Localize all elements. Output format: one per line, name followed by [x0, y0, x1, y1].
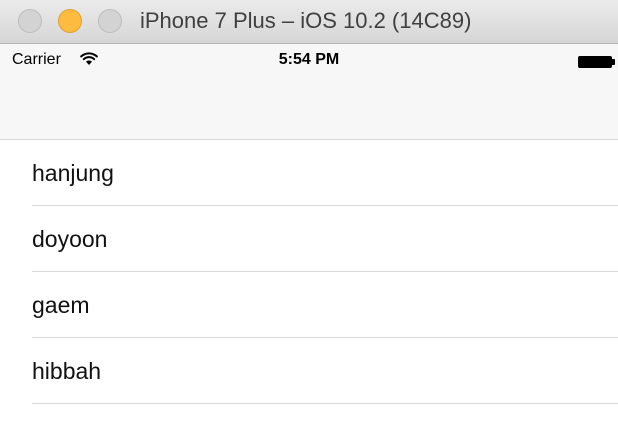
minimize-window-button[interactable] [58, 9, 82, 33]
table-row[interactable]: hibbah [0, 338, 618, 404]
names-table: hanjung doyoon gaem hibbah [0, 140, 618, 404]
row-label: doyoon [32, 226, 108, 252]
battery-tip [612, 59, 615, 65]
row-label: gaem [32, 292, 90, 318]
table-row[interactable]: doyoon [0, 206, 618, 272]
row-label: hibbah [32, 358, 102, 384]
navigation-bar [0, 74, 618, 140]
window-title: iPhone 7 Plus – iOS 10.2 (14C89) [140, 8, 472, 33]
ios-status-bar: Carrier 5:54 PM [0, 44, 618, 74]
zoom-window-button[interactable] [98, 9, 122, 33]
table-row[interactable]: gaem [0, 272, 618, 338]
battery-icon [578, 56, 612, 68]
row-label: hanjung [32, 160, 114, 186]
status-time: 5:54 PM [278, 51, 340, 68]
simulator-window: iPhone 7 Plus – iOS 10.2 (14C89) Carrier… [0, 0, 618, 434]
close-window-button[interactable] [18, 9, 42, 33]
row-separator [32, 403, 618, 404]
window-title-bar[interactable]: iPhone 7 Plus – iOS 10.2 (14C89) [0, 0, 618, 44]
table-row[interactable]: hanjung [0, 140, 618, 206]
